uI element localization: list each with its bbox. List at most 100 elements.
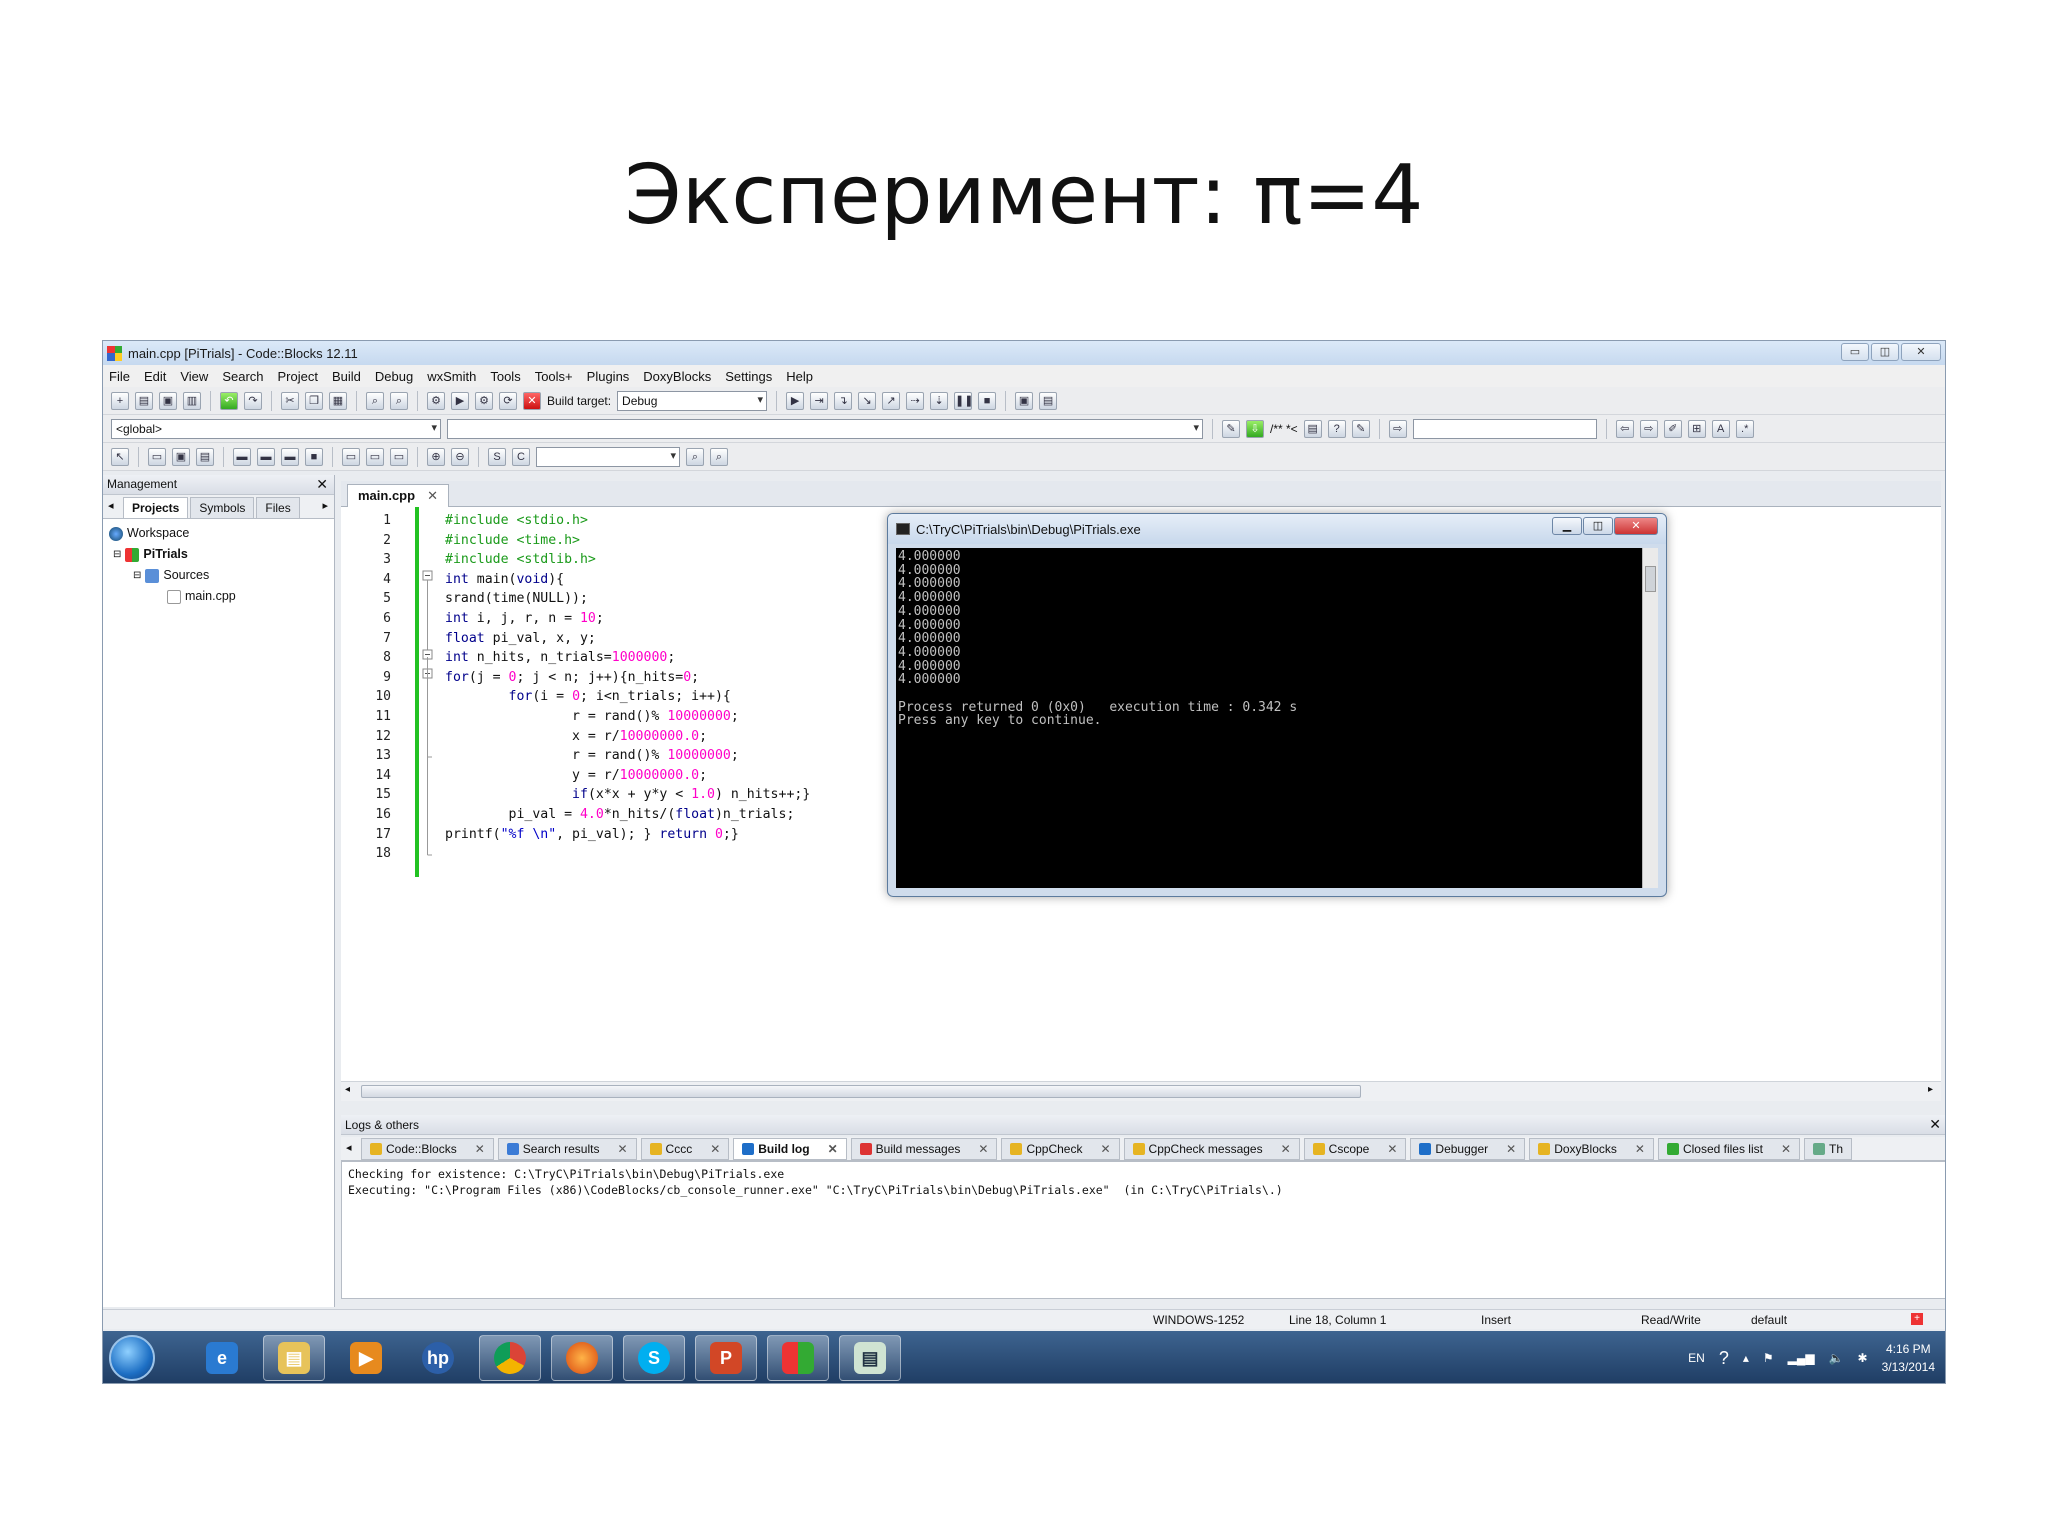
firefox-taskbar-button[interactable] — [551, 1335, 613, 1381]
code-line[interactable]: int n_hits, n_trials=1000000; — [445, 648, 810, 668]
code-line[interactable]: #include <stdlib.h> — [445, 550, 810, 570]
code-line[interactable]: for(j = 0; j < n; j++){n_hits=0; — [445, 668, 810, 688]
console-scrollbar[interactable] — [1642, 548, 1658, 888]
menu-build[interactable]: Build — [332, 369, 361, 384]
log-tab-doxyblocks[interactable]: DoxyBlocks ✕ — [1529, 1137, 1654, 1160]
code-line[interactable]: y = r/10000000.0; — [445, 766, 810, 786]
log-tab-cscope[interactable]: Cscope ✕ — [1303, 1137, 1407, 1160]
debug-continue-icon[interactable]: ▶ — [786, 391, 805, 410]
back-icon[interactable]: ⇦ — [1615, 419, 1634, 438]
menu-plugins[interactable]: Plugins — [587, 369, 630, 384]
log-tab-close-icon[interactable]: ✕ — [1387, 1142, 1397, 1156]
log-tab-close-icon[interactable]: ✕ — [1781, 1142, 1791, 1156]
open-icon[interactable]: ▤ — [135, 391, 153, 410]
codeblocks-taskbar-button[interactable] — [767, 1335, 829, 1381]
log-tab-debugger[interactable]: Debugger ✕ — [1410, 1137, 1526, 1160]
log-tab-close-icon[interactable]: ✕ — [710, 1142, 720, 1156]
scroll-left-icon[interactable]: ◂ — [345, 1084, 350, 1095]
code-line[interactable]: #include <time.h> — [445, 531, 810, 551]
doxy-wizard-icon[interactable]: ✎ — [1222, 419, 1240, 438]
frame-icon[interactable]: ▣ — [172, 447, 190, 466]
menu-edit[interactable]: Edit — [144, 369, 166, 384]
function-select[interactable] — [447, 418, 1203, 439]
log-tab-close-icon[interactable]: ✕ — [1281, 1142, 1291, 1156]
start-button[interactable] — [109, 1335, 155, 1381]
menu-settings[interactable]: Settings — [725, 369, 772, 384]
zoom-in-icon[interactable]: ⊕ — [427, 447, 445, 466]
scroll-thumb[interactable] — [361, 1085, 1361, 1098]
tab-main-cpp[interactable]: main.cpp ✕ — [347, 484, 449, 507]
log-tab-close-icon[interactable]: ✕ — [1506, 1142, 1516, 1156]
menu-help[interactable]: Help — [786, 369, 813, 384]
log-tab-close-icon[interactable]: ✕ — [828, 1142, 838, 1156]
menu-project[interactable]: Project — [278, 369, 318, 384]
replace-icon[interactable]: ⌕ — [390, 391, 408, 410]
run-to-cursor-icon[interactable]: ⇥ — [810, 391, 829, 410]
clock[interactable]: 4:16 PM 3/13/2014 — [1882, 1340, 1935, 1376]
code-line[interactable]: #include <stdio.h> — [445, 511, 810, 531]
code-area[interactable]: #include <stdio.h> #include <time.h> #incl… — [445, 511, 810, 864]
management-close-icon[interactable]: ✕ — [316, 476, 328, 493]
doxy-prefs-icon[interactable]: ✎ — [1351, 419, 1370, 438]
scope-select[interactable]: <global> — [111, 418, 441, 439]
chrome-taskbar-button[interactable] — [479, 1335, 541, 1381]
regex-icon[interactable]: .* — [1735, 419, 1754, 438]
align-center-icon[interactable]: ▬ — [257, 447, 275, 466]
menu-wxsmith[interactable]: wxSmith — [427, 369, 476, 384]
symbol-select[interactable] — [536, 446, 680, 467]
volume-icon[interactable]: 🔈 — [1829, 1351, 1844, 1365]
s-icon[interactable]: S — [488, 447, 506, 466]
pointer-icon[interactable]: ↖ — [111, 447, 129, 466]
pause-icon[interactable]: ❚❚ — [954, 391, 973, 410]
menu-doxyblocks[interactable]: DoxyBlocks — [643, 369, 711, 384]
collapse-icon[interactable]: ⊟ — [133, 565, 141, 586]
menu-debug[interactable]: Debug — [375, 369, 413, 384]
abort-icon[interactable]: ✕ — [523, 391, 541, 410]
powerpoint-taskbar-button[interactable]: P — [695, 1335, 757, 1381]
tab-projects[interactable]: Projects — [123, 497, 189, 518]
build-gear-icon[interactable]: ⚙ — [427, 391, 445, 410]
build-run-icon[interactable]: ⚙ — [475, 391, 493, 410]
signal-icon[interactable]: ▂▄▆ — [1788, 1351, 1815, 1365]
tabs-right-arrow-icon[interactable]: ▸ — [322, 499, 328, 512]
logs-tabs-left-icon[interactable]: ◂ — [346, 1141, 352, 1154]
zoom-out-icon[interactable]: ⊖ — [451, 447, 469, 466]
rebuild-icon[interactable]: ⟳ — [499, 391, 517, 410]
dialog-icon[interactable]: ▤ — [196, 447, 214, 466]
action-center-icon[interactable]: ⚑ — [1763, 1351, 1774, 1365]
log-tab-cccc[interactable]: Cccc ✕ — [640, 1137, 730, 1160]
code-line[interactable]: int main(void){ — [445, 570, 810, 590]
new-file-icon[interactable]: + — [111, 391, 129, 410]
log-tab-build-messages[interactable]: Build messages ✕ — [850, 1137, 998, 1160]
redo-icon[interactable]: ↷ — [244, 391, 262, 410]
log-tab-th[interactable]: Th — [1804, 1137, 1853, 1160]
save-all-icon[interactable]: ▥ — [183, 391, 201, 410]
debug-windows-icon[interactable]: ▣ — [1015, 391, 1034, 410]
info-icon[interactable]: ▤ — [1039, 391, 1058, 410]
menu-tools[interactable]: Tools — [490, 369, 520, 384]
tab-symbols[interactable]: Symbols — [190, 497, 255, 518]
symbol-find-icon[interactable]: ⌕ — [710, 447, 728, 466]
log-tab-search-results[interactable]: Search results ✕ — [497, 1137, 637, 1160]
code-line[interactable]: if(x*x + y*y < 1.0) n_hits++;} — [445, 785, 810, 805]
c-icon[interactable]: C — [512, 447, 530, 466]
panel-icon[interactable]: ▭ — [148, 447, 166, 466]
language-indicator[interactable]: EN — [1688, 1351, 1705, 1365]
tree-file[interactable]: main.cpp — [109, 586, 328, 607]
menu-search[interactable]: Search — [222, 369, 263, 384]
match-case-icon[interactable]: ⊞ — [1687, 419, 1706, 438]
skype-taskbar-button[interactable]: S — [623, 1335, 685, 1381]
run-icon[interactable]: ▶ — [451, 391, 469, 410]
paste-icon[interactable]: ▦ — [329, 391, 347, 410]
tree-project[interactable]: ⊟ PiTrials — [109, 544, 328, 565]
step-into-icon[interactable]: ↘ — [858, 391, 877, 410]
step-out-icon[interactable]: ↗ — [882, 391, 901, 410]
code-line[interactable] — [445, 844, 810, 864]
log-tab-close-icon[interactable]: ✕ — [617, 1142, 627, 1156]
copy-icon[interactable]: ❐ — [305, 391, 323, 410]
align-fill-icon[interactable]: ■ — [305, 447, 323, 466]
tree-sources[interactable]: ⊟ Sources — [109, 565, 328, 586]
log-tab-code-blocks[interactable]: Code::Blocks ✕ — [361, 1137, 494, 1160]
align-right-icon[interactable]: ▬ — [281, 447, 299, 466]
code-line[interactable]: pi_val = 4.0*n_hits/(float)n_trials; — [445, 805, 810, 825]
